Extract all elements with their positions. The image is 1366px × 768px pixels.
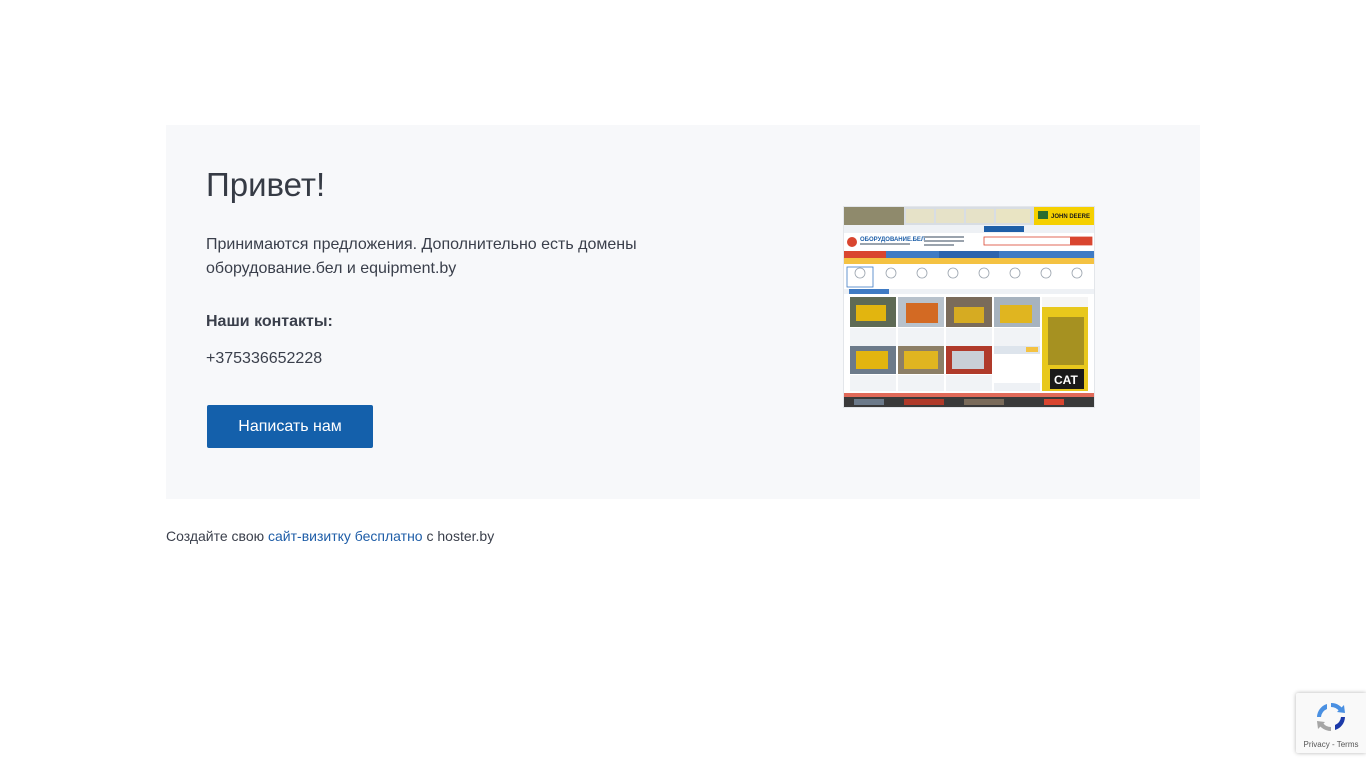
footer-suffix: с hoster.by — [426, 528, 495, 544]
page-title: Привет! — [206, 166, 326, 203]
site-preview-thumbnail: JOHN DEERE ОБОРУДОВАНИЕ.БЕЛ CAT — [844, 207, 1094, 407]
card-content: Привет! Принимаются предложения. Дополни… — [206, 165, 676, 369]
free-card-site-link[interactable]: сайт-визитку бесплатно — [268, 528, 423, 544]
footer-text: Создайте свою сайт-визитку бесплатно с h… — [166, 527, 494, 545]
write-us-button[interactable]: Написать нам — [207, 405, 373, 448]
description-text: Принимаются предложения. Дополнительно е… — [206, 236, 637, 277]
recaptcha-badge[interactable]: Privacy - Terms — [1296, 693, 1366, 753]
site-preview-image: JOHN DEERE ОБОРУДОВАНИЕ.БЕЛ CAT — [844, 207, 1094, 407]
footer-prefix: Создайте свою — [166, 528, 265, 544]
recaptcha-icon — [1317, 702, 1345, 732]
preview-site-name: ОБОРУДОВАНИЕ.БЕЛ — [860, 237, 925, 243]
recaptcha-terms-link[interactable]: Terms — [1337, 740, 1359, 749]
recaptcha-links: Privacy - Terms — [1296, 740, 1366, 750]
recaptcha-privacy-link[interactable]: Privacy — [1304, 740, 1330, 749]
phone-number: +375336652228 — [206, 350, 323, 367]
greeting-card: Привет! Принимаются предложения. Дополни… — [166, 125, 1200, 499]
contacts-heading: Наши контакты: — [206, 313, 333, 330]
ad-brand-text: CAT — [1054, 373, 1078, 387]
banner-brand-text: JOHN DEERE — [1051, 214, 1090, 220]
recaptcha-separator: - — [1331, 740, 1335, 749]
